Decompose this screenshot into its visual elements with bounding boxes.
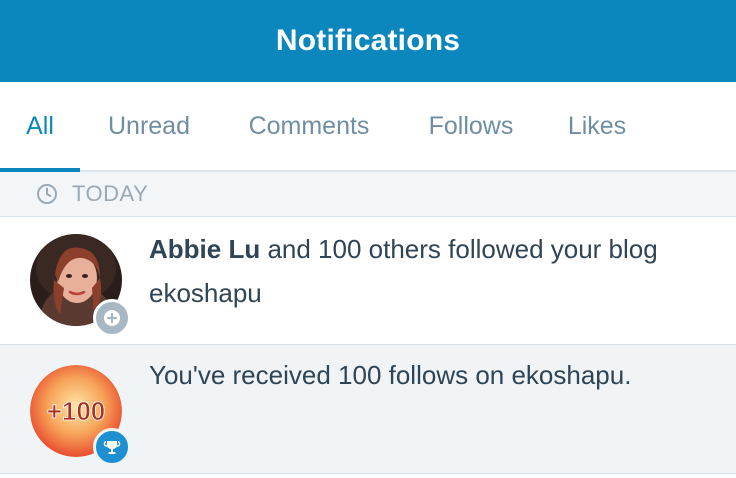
tab-follows[interactable]: Follows — [414, 82, 528, 170]
milestone-label: +100 — [47, 396, 106, 426]
tab-all[interactable]: All — [0, 82, 80, 170]
section-label: TODAY — [72, 181, 149, 206]
section-header-today: TODAY — [0, 172, 736, 217]
tab-bar: All Unread Comments Follows Likes — [0, 82, 736, 172]
app-header: Notifications — [0, 0, 736, 82]
notification-text: You've received 100 follows on ekoshapu. — [149, 353, 712, 397]
trophy-icon — [93, 428, 131, 466]
follow-plus-icon — [93, 299, 131, 337]
notification-message: You've received 100 follows on ekoshapu. — [149, 360, 632, 390]
tab-unread[interactable]: Unread — [94, 82, 204, 170]
notification-text: Abbie Lu and 100 others followed your bl… — [149, 227, 712, 315]
clock-icon — [36, 183, 58, 205]
tab-comments[interactable]: Comments — [232, 82, 386, 170]
tab-likes[interactable]: Likes — [556, 82, 638, 170]
notification-item[interactable]: +100 You've received 100 follows on ekos… — [0, 344, 736, 474]
actor-name[interactable]: Abbie Lu — [149, 234, 260, 264]
page-title: Notifications — [275, 24, 461, 57]
notification-item[interactable]: Abbie Lu and 100 others followed your bl… — [0, 217, 736, 344]
